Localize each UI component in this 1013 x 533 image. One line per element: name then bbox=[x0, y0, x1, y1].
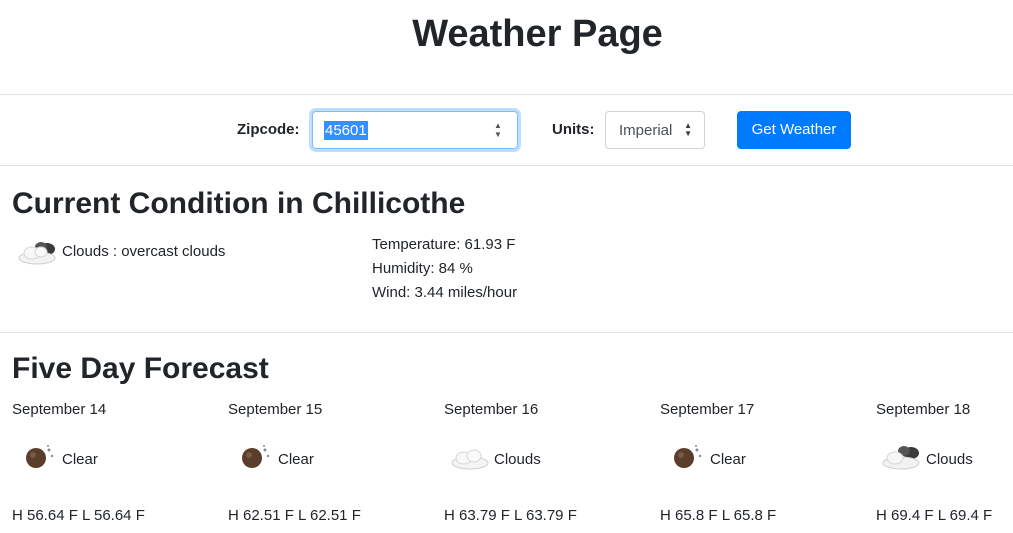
forecast-condition: Clouds bbox=[926, 451, 973, 468]
select-arrows-icon: ▲ ▼ bbox=[684, 121, 692, 138]
page-header: Weather Page bbox=[0, 0, 1013, 95]
forecast-day: September 15 Clear H 62.51 F L 62.51 F bbox=[228, 399, 428, 529]
forecast-high-low: H 62.51 F L 62.51 F bbox=[228, 507, 361, 524]
spin-down-icon[interactable]: ▼ bbox=[493, 130, 503, 139]
forecast-day: September 17 Clear H 65.8 F L 65.8 F bbox=[660, 399, 860, 529]
forecast-high-low: H 56.64 F L 56.64 F bbox=[12, 507, 145, 524]
moon-clear-icon bbox=[672, 442, 706, 477]
forecast-condition: Clear bbox=[710, 451, 746, 468]
five-day-forecast: Five Day Forecast September 14 Clear H 5… bbox=[0, 333, 1013, 533]
spin-up-icon[interactable]: ▲ bbox=[493, 121, 503, 130]
dark-cloud-icon bbox=[881, 442, 923, 477]
forecast-date: September 16 bbox=[444, 401, 539, 418]
get-weather-button[interactable]: Get Weather bbox=[737, 111, 851, 149]
humidity-text: Humidity: 84 % bbox=[372, 260, 473, 277]
forecast-date: September 17 bbox=[660, 401, 755, 418]
forecast-day: September 16 Clouds H 63.79 F L 63.79 F bbox=[444, 399, 644, 529]
page-title: Weather Page bbox=[412, 13, 663, 55]
zipcode-label: Zipcode: bbox=[237, 121, 300, 138]
forecast-date: September 14 bbox=[12, 401, 107, 418]
forecast-condition: Clear bbox=[278, 451, 314, 468]
forecast-condition: Clouds bbox=[494, 451, 541, 468]
weather-form: Zipcode: 45601 ▲ ▼ Units: Imperial ▲ ▼ Ge… bbox=[0, 95, 1013, 166]
forecast-date: September 15 bbox=[228, 401, 323, 418]
units-selected-value: Imperial bbox=[619, 122, 673, 139]
cloud-icon bbox=[450, 442, 490, 477]
moon-clear-icon bbox=[240, 442, 274, 477]
forecast-high-low: H 63.79 F L 63.79 F bbox=[444, 507, 577, 524]
forecast-day: September 14 Clear H 56.64 F L 56.64 F bbox=[12, 399, 212, 529]
forecast-date: September 18 bbox=[876, 401, 971, 418]
current-heading: Current Condition in Chillicothe bbox=[12, 187, 466, 220]
current-conditions: Current Condition in Chillicothe Clouds … bbox=[0, 166, 1013, 333]
temperature-text: Temperature: 61.93 F bbox=[372, 236, 516, 253]
units-label: Units: bbox=[552, 121, 595, 138]
forecast-high-low: H 69.4 F L 69.4 F bbox=[876, 507, 993, 524]
units-select[interactable]: Imperial ▲ ▼ bbox=[605, 111, 705, 149]
zipcode-value: 45601 bbox=[324, 121, 368, 140]
forecast-day: September 18 Clouds H 69.4 F L 69.4 F bbox=[876, 399, 1013, 529]
moon-clear-icon bbox=[24, 442, 58, 477]
current-stats: Temperature: 61.93 F Humidity: 84 % Wind… bbox=[372, 233, 517, 305]
wind-text: Wind: 3.44 miles/hour bbox=[372, 284, 518, 301]
forecast-condition: Clear bbox=[62, 451, 98, 468]
cloud-icon bbox=[17, 239, 59, 272]
forecast-high-low: H 65.8 F L 65.8 F bbox=[660, 507, 777, 524]
number-spinner[interactable]: ▲ ▼ bbox=[493, 121, 503, 139]
forecast-heading: Five Day Forecast bbox=[12, 352, 269, 385]
current-condition: Clouds : overcast clouds bbox=[62, 243, 226, 260]
zipcode-input[interactable]: 45601 ▲ ▼ bbox=[312, 111, 518, 149]
